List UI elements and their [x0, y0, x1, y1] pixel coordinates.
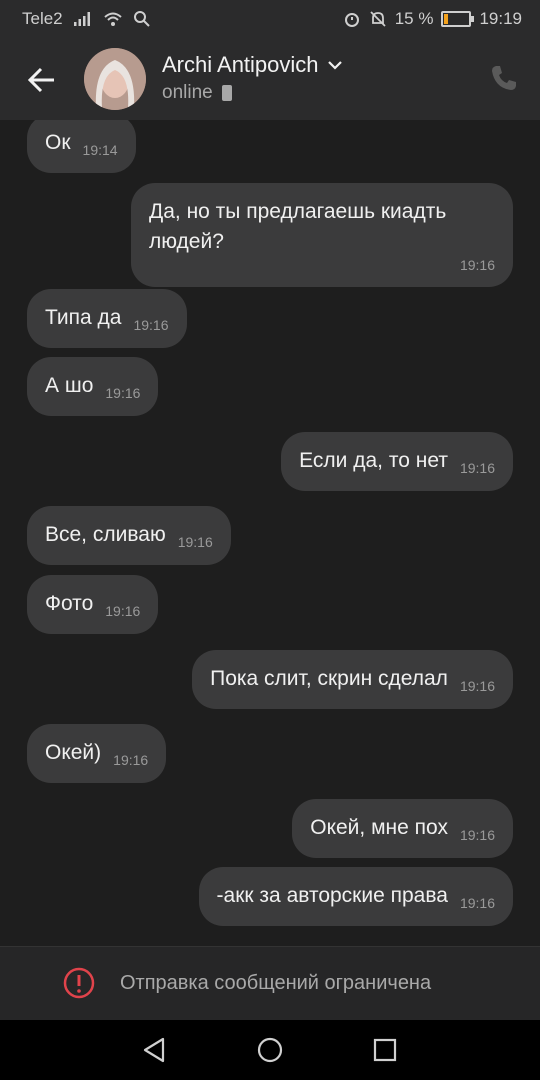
- message-text: Если да, то нет: [299, 449, 448, 472]
- message-text: Типа да: [45, 306, 122, 329]
- exclamation-circle-icon: [63, 967, 95, 999]
- carrier-label: Tele2: [22, 9, 63, 28]
- message-bubble[interactable]: Типа да 19:16: [27, 289, 187, 348]
- message-text: -акк за авторские права: [216, 884, 448, 907]
- message-time: 19:16: [133, 317, 169, 333]
- wifi-icon: [103, 12, 122, 26]
- battery-icon: [441, 11, 475, 27]
- message-text: Да, но ты предлагаешь киадть людей?: [149, 200, 447, 253]
- mute-bell-icon: [370, 11, 386, 27]
- message-list[interactable]: Ок 19:14 Да, но ты предлагаешь киадть люд…: [0, 120, 540, 946]
- contact-name: Archi Antipovich: [162, 52, 319, 77]
- message-bubble[interactable]: Пока слит, скрин сделал 19:16: [192, 650, 513, 709]
- avatar[interactable]: [84, 48, 146, 110]
- message-text: Ок: [45, 131, 71, 154]
- contact-status-row: online: [162, 82, 233, 104]
- message-bubble[interactable]: Ок 19:14: [27, 120, 136, 173]
- message-time: 19:16: [113, 752, 149, 768]
- message-text: Окей): [45, 741, 102, 764]
- phone-device-icon: [221, 85, 232, 101]
- message-bubble[interactable]: А шо 19:16: [27, 357, 159, 416]
- message-text: Пока слит, скрин сделал: [210, 667, 448, 690]
- restriction-text: Отправка сообщений ограничена: [120, 972, 432, 994]
- alarm-icon: [344, 13, 359, 27]
- message-time: 19:16: [177, 534, 213, 550]
- message-text: Фото: [45, 592, 94, 615]
- message-bubble[interactable]: Если да, то нет 19:16: [281, 432, 513, 491]
- phone-icon[interactable]: [488, 62, 520, 94]
- message-bubble[interactable]: Окей, мне пох 19:16: [292, 799, 513, 858]
- chevron-down-icon: [327, 61, 342, 70]
- message-text: Все, сливаю: [45, 523, 166, 546]
- contact-status: online: [162, 82, 213, 103]
- battery-percent: 15 %: [394, 9, 434, 28]
- clock: 19:19: [479, 9, 522, 28]
- triangle-back-icon[interactable]: [140, 1035, 170, 1065]
- square-recent-icon[interactable]: [370, 1035, 400, 1065]
- system-nav-bar: [0, 1020, 540, 1080]
- status-bar: Tele2 15 % 19:19: [0, 0, 540, 38]
- message-bubble[interactable]: Все, сливаю 19:16: [27, 506, 231, 565]
- signal-icon: [73, 12, 90, 26]
- message-time: 19:16: [105, 385, 141, 401]
- restriction-banner: Отправка сообщений ограничена: [0, 946, 540, 1021]
- message-time: 19:14: [82, 142, 118, 158]
- message-time: 19:16: [459, 460, 495, 476]
- arrow-left-icon[interactable]: [22, 60, 62, 100]
- circle-home-icon[interactable]: [255, 1035, 285, 1065]
- message-bubble[interactable]: Да, но ты предлагаешь киадть людей? 19:1…: [131, 183, 513, 287]
- message-bubble[interactable]: Фото 19:16: [27, 575, 159, 634]
- message-time: 19:16: [459, 895, 495, 911]
- message-time: 19:16: [459, 257, 495, 273]
- contact-name-button[interactable]: Archi Antipovich: [162, 52, 343, 78]
- chat-header: Archi Antipovich online: [0, 38, 540, 120]
- message-text: А шо: [45, 374, 94, 397]
- search-icon: [133, 11, 150, 27]
- message-time: 19:16: [459, 827, 495, 843]
- message-time: 19:16: [105, 603, 141, 619]
- message-bubble[interactable]: Окей) 19:16: [27, 724, 167, 783]
- message-text: Окей, мне пох: [310, 816, 448, 839]
- message-bubble[interactable]: -акк за авторские права 19:16: [198, 867, 513, 926]
- message-time: 19:16: [459, 678, 495, 694]
